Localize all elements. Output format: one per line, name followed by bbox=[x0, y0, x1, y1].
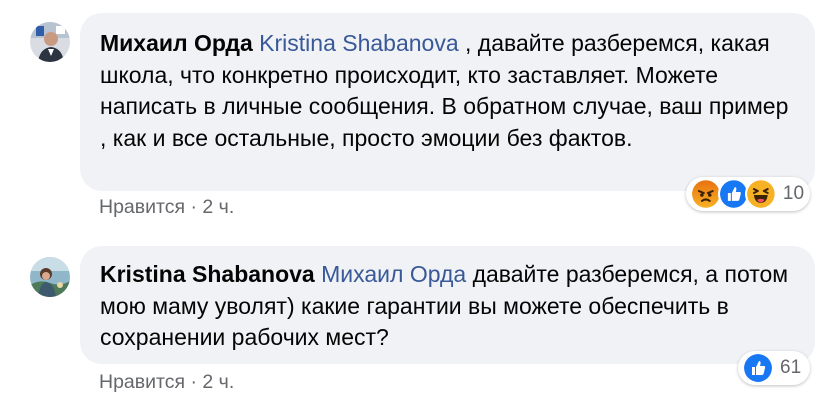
mention-link[interactable]: Михаил Орда bbox=[321, 261, 466, 287]
comment: Kristina Shabanova Михаил Орда давайте р… bbox=[0, 230, 824, 400]
reaction-count: 10 bbox=[782, 183, 805, 204]
comment-actions: Нравится · 2 ч. bbox=[99, 371, 234, 394]
comment-actions: Нравится · 2 ч. bbox=[99, 196, 234, 219]
timestamp[interactable]: 2 ч. bbox=[202, 371, 234, 393]
comment-author[interactable]: Михаил Орда bbox=[100, 30, 253, 56]
comment: Михаил Орда Kristina Shabanova , давайте… bbox=[0, 0, 824, 230]
comment-bubble: Kristina Shabanova Михаил Орда давайте р… bbox=[80, 246, 815, 364]
separator: · bbox=[185, 196, 203, 218]
separator: · bbox=[185, 371, 203, 393]
like-button[interactable]: Нравится bbox=[99, 196, 185, 218]
comment-author[interactable]: Kristina Shabanova bbox=[100, 261, 315, 287]
haha-icon bbox=[745, 178, 777, 210]
like-icon bbox=[742, 352, 774, 384]
reaction-count: 61 bbox=[780, 357, 802, 378]
avatar[interactable] bbox=[30, 22, 70, 62]
avatar-photo-icon bbox=[30, 257, 70, 297]
avatar-photo-icon bbox=[30, 22, 70, 62]
reactions-summary[interactable]: 61 bbox=[738, 351, 810, 385]
avatar[interactable] bbox=[30, 257, 70, 297]
angry-icon bbox=[690, 178, 722, 210]
mention-link[interactable]: Kristina Shabanova bbox=[259, 30, 458, 56]
timestamp[interactable]: 2 ч. bbox=[202, 196, 234, 218]
like-button[interactable]: Нравится bbox=[99, 371, 185, 393]
comment-bubble: Михаил Орда Kristina Shabanova , давайте… bbox=[80, 13, 815, 191]
reactions-summary[interactable]: 10 bbox=[686, 177, 810, 211]
